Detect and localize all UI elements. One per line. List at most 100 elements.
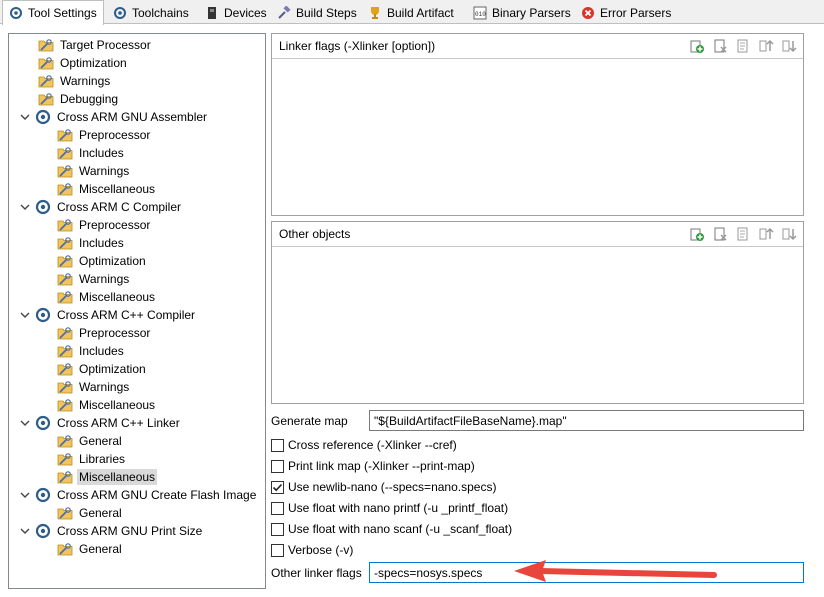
- tab-binary-parsers[interactable]: 010 Binary Parsers: [466, 2, 578, 23]
- tree-item[interactable]: General: [57, 504, 124, 522]
- edit-icon[interactable]: [735, 226, 751, 242]
- tree-item[interactable]: Optimization: [57, 360, 148, 378]
- tree-item[interactable]: Optimization: [57, 252, 148, 270]
- chevron-down-icon[interactable]: [19, 201, 31, 213]
- tab-label: Tool Settings: [28, 6, 97, 20]
- move-up-icon[interactable]: [758, 38, 774, 54]
- tab-build-steps[interactable]: Build Steps: [270, 2, 364, 23]
- tab-toolchains[interactable]: Toolchains: [106, 2, 196, 23]
- tree-item[interactable]: Warnings: [57, 270, 131, 288]
- tree-item[interactable]: General: [57, 540, 124, 558]
- chevron-down-icon[interactable]: [19, 489, 31, 501]
- checkbox-unchecked[interactable]: [271, 522, 284, 536]
- tool-gear-icon: [35, 307, 51, 323]
- tree-item-label: Cross ARM C++ Compiler: [57, 308, 196, 322]
- option-checkbox-row[interactable]: Cross reference (-Xlinker --cref): [271, 436, 457, 454]
- tree-item-label: Libraries: [79, 452, 126, 466]
- tree-item-label: Warnings: [79, 164, 130, 178]
- tree-item-label: Includes: [79, 344, 124, 358]
- folder-settings-icon: [57, 183, 73, 196]
- folder-settings-icon: [57, 345, 73, 358]
- tree-item-label: Miscellaneous: [77, 469, 158, 485]
- tree-item[interactable]: Miscellaneous: [57, 288, 157, 306]
- checkbox-unchecked[interactable]: [271, 543, 284, 557]
- chevron-down-icon[interactable]: [19, 417, 31, 429]
- delete-icon[interactable]: [712, 226, 728, 242]
- tool-gear-icon: [35, 415, 51, 431]
- checkbox-unchecked[interactable]: [271, 459, 284, 473]
- tree-item-label: Preprocessor: [79, 326, 151, 340]
- option-checkbox-row[interactable]: Print link map (-Xlinker --print-map): [271, 457, 475, 475]
- tree-item[interactable]: Optimization: [38, 54, 129, 72]
- tree-tool-node[interactable]: Cross ARM GNU Assembler: [19, 108, 209, 126]
- folder-settings-icon: [57, 327, 73, 340]
- tree-tool-node[interactable]: Cross ARM GNU Print Size: [19, 522, 204, 540]
- other-objects-title: Other objects: [279, 227, 351, 241]
- settings-tree[interactable]: Target Processor Optimization Warnings Debu…: [8, 33, 266, 589]
- add-icon[interactable]: [689, 226, 705, 242]
- move-down-icon[interactable]: [781, 226, 797, 242]
- tree-item[interactable]: Miscellaneous: [57, 468, 158, 486]
- tab-label: Build Steps: [296, 6, 357, 20]
- tree-tool-node[interactable]: Cross ARM GNU Create Flash Image: [19, 486, 258, 504]
- tool-gear-icon: [35, 199, 51, 215]
- folder-settings-icon: [57, 399, 73, 412]
- folder-settings-icon: [38, 57, 54, 70]
- tab-bar: Tool Settings Toolchains Devices Build S…: [0, 0, 824, 25]
- tree-item[interactable]: Libraries: [57, 450, 127, 468]
- tree-item-label: Warnings: [79, 272, 130, 286]
- tree-item[interactable]: Includes: [57, 342, 126, 360]
- tree-item[interactable]: Includes: [57, 234, 126, 252]
- checkbox-unchecked[interactable]: [271, 438, 284, 452]
- delete-icon[interactable]: [712, 38, 728, 54]
- chevron-down-icon[interactable]: [19, 111, 31, 123]
- folder-settings-icon: [57, 453, 73, 466]
- tree-item-label: Warnings: [60, 74, 111, 88]
- option-checkbox-row[interactable]: Verbose (-v): [271, 541, 353, 559]
- tab-build-artifact[interactable]: Build Artifact: [361, 2, 461, 23]
- tab-label: Build Artifact: [387, 6, 454, 20]
- other-objects-header: Other objects: [272, 222, 803, 247]
- tab-tool-settings[interactable]: Tool Settings: [2, 0, 104, 25]
- tree-item[interactable]: Includes: [57, 144, 126, 162]
- tab-error-parsers[interactable]: Error Parsers: [574, 2, 678, 23]
- tree-item[interactable]: Target Processor: [38, 36, 153, 54]
- tree-item-label: Miscellaneous: [79, 182, 156, 196]
- checkbox-unchecked[interactable]: [271, 501, 284, 515]
- option-checkbox-row[interactable]: Use float with nano printf (-u _printf_f…: [271, 499, 508, 517]
- tree-tool-node[interactable]: Cross ARM C Compiler: [19, 198, 183, 216]
- folder-settings-icon: [57, 255, 73, 268]
- folder-settings-icon: [57, 129, 73, 142]
- chevron-down-icon[interactable]: [19, 309, 31, 321]
- folder-settings-icon: [57, 363, 73, 376]
- tree-item[interactable]: Debugging: [38, 90, 120, 108]
- tree-tool-node[interactable]: Cross ARM C++ Compiler: [19, 306, 197, 324]
- tab-label: Devices: [224, 6, 267, 20]
- tree-item[interactable]: Preprocessor: [57, 126, 152, 144]
- tree-item[interactable]: General: [57, 432, 124, 450]
- other-linker-flags-row: Other linker flags: [271, 563, 362, 583]
- move-up-icon[interactable]: [758, 226, 774, 242]
- add-icon[interactable]: [689, 38, 705, 54]
- move-down-icon[interactable]: [781, 38, 797, 54]
- option-checkbox-row[interactable]: Use float with nano scanf (-u _scanf_flo…: [271, 520, 512, 538]
- tree-item[interactable]: Warnings: [38, 72, 112, 90]
- tree-item[interactable]: Preprocessor: [57, 216, 152, 234]
- folder-settings-icon: [57, 381, 73, 394]
- tree-item[interactable]: Warnings: [57, 378, 131, 396]
- generate-map-field[interactable]: "${BuildArtifactFileBaseName}.map": [369, 410, 804, 431]
- checkbox-checked[interactable]: [271, 480, 284, 494]
- tree-item[interactable]: Miscellaneous: [57, 396, 157, 414]
- folder-settings-icon: [57, 237, 73, 250]
- other-objects-list[interactable]: Other objects: [271, 221, 804, 404]
- tree-item-label: General: [79, 542, 122, 556]
- chevron-down-icon[interactable]: [19, 525, 31, 537]
- tab-devices[interactable]: Devices: [198, 2, 274, 23]
- tree-item[interactable]: Warnings: [57, 162, 131, 180]
- tree-item[interactable]: Miscellaneous: [57, 180, 157, 198]
- edit-icon[interactable]: [735, 38, 751, 54]
- tree-tool-node[interactable]: Cross ARM C++ Linker: [19, 414, 182, 432]
- option-checkbox-row[interactable]: Use newlib-nano (--specs=nano.specs): [271, 478, 496, 496]
- linker-flags-list[interactable]: Linker flags (-Xlinker [option]): [271, 33, 804, 216]
- tree-item[interactable]: Preprocessor: [57, 324, 152, 342]
